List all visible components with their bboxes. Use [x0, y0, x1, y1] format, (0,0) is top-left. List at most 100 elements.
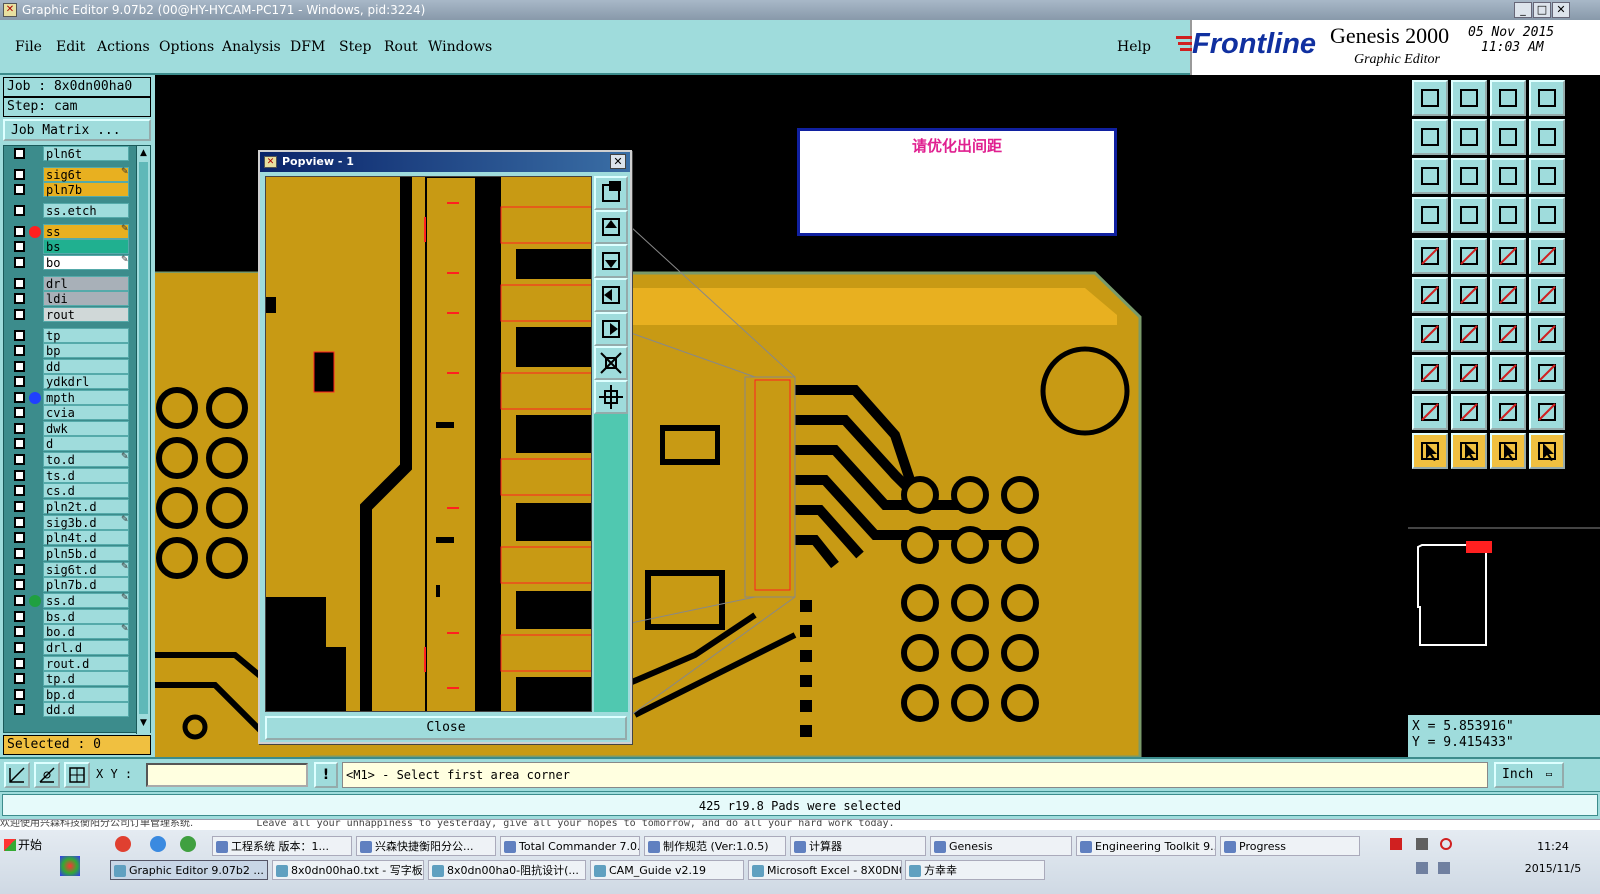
layer-name[interactable]: pln4t.d: [43, 530, 129, 545]
layer-row-pln7b[interactable]: pln7b: [9, 182, 129, 197]
layer-row-drl[interactable]: drl: [9, 276, 129, 291]
menu-analysis[interactable]: Analysis: [222, 39, 281, 55]
layer-checkbox[interactable]: [14, 293, 25, 304]
layer-blue-icon[interactable]: [1529, 197, 1565, 233]
layer-row-bp[interactable]: bp: [9, 343, 129, 358]
layer-checkbox[interactable]: [14, 595, 25, 606]
layer-checkbox[interactable]: [14, 564, 25, 575]
taskbar-item[interactable]: Total Commander 7.0...: [500, 836, 640, 856]
taskbar-item[interactable]: 8x0dn00ha0-阻抗设计(...: [428, 860, 586, 880]
select-tool-icon[interactable]: [4, 762, 30, 788]
layer-name[interactable]: dd.d: [43, 702, 129, 717]
taskbar-item[interactable]: Progress: [1220, 836, 1360, 856]
layer-row-ydkdrl[interactable]: ydkdrl: [9, 374, 129, 389]
minimize-button[interactable]: _: [1514, 2, 1532, 18]
measure-box-icon[interactable]: [1529, 355, 1565, 391]
pointer-box-icon[interactable]: [1451, 433, 1487, 469]
layer-checkbox[interactable]: [14, 309, 25, 320]
layer-checkbox[interactable]: [14, 241, 25, 252]
layer-row-pln2t-d[interactable]: pln2t.d: [9, 499, 129, 514]
layer-name[interactable]: ts.d: [43, 468, 129, 483]
menu-windows[interactable]: Windows: [428, 39, 492, 55]
layer-red-icon[interactable]: [1490, 197, 1526, 233]
taskbar-item[interactable]: Engineering Toolkit 9....: [1076, 836, 1216, 856]
layer-name[interactable]: rout: [43, 307, 129, 322]
layer-row-pln6t[interactable]: pln6t: [9, 146, 129, 161]
layer-name[interactable]: dd: [43, 359, 129, 374]
pointer-alt-icon[interactable]: [1490, 433, 1526, 469]
triangle-b-icon[interactable]: [1451, 394, 1487, 430]
layer-row-ts-d[interactable]: ts.d: [9, 468, 129, 483]
taskbar-item[interactable]: Graphic Editor 9.07b2 ...: [110, 860, 268, 880]
taskbar-item[interactable]: CAM_Guide v2.19: [590, 860, 744, 880]
popview-zoom-in-icon[interactable]: [594, 346, 628, 380]
layer-checkbox[interactable]: [14, 376, 25, 387]
layer-row-pln4t-d[interactable]: pln4t.d: [9, 530, 129, 545]
layer-row-rout[interactable]: rout: [9, 307, 129, 322]
layer-name[interactable]: ldi: [43, 291, 129, 306]
layer-name[interactable]: cs.d: [43, 483, 129, 498]
hand-tool-icon[interactable]: [1412, 197, 1448, 233]
layer-name[interactable]: pln2t.d: [43, 499, 129, 514]
text-icon[interactable]: [1529, 316, 1565, 352]
grid-tool-icon[interactable]: [64, 762, 90, 788]
job-matrix-button[interactable]: Job Matrix ...: [3, 119, 151, 141]
left-pane-icon[interactable]: [1412, 119, 1448, 155]
layer-checkbox[interactable]: [14, 642, 25, 653]
layer-name[interactable]: ydkdrl: [43, 374, 129, 389]
layer-row-bo[interactable]: bo ✎: [9, 255, 129, 270]
taskbar-item[interactable]: 8x0dn00ha0.txt - 写字板: [272, 860, 424, 880]
layer-checkbox[interactable]: [14, 257, 25, 268]
layer-row-dd-d[interactable]: dd.d: [9, 702, 129, 717]
layer-name[interactable]: bs.d: [43, 609, 129, 624]
layer-name[interactable]: sig6t.d: [43, 562, 129, 577]
alert-icon[interactable]: !: [314, 762, 338, 788]
volume-icon[interactable]: [1438, 862, 1450, 874]
layer-row-bs-d[interactable]: bs.d: [9, 609, 129, 624]
layer-name[interactable]: bp.d: [43, 687, 129, 702]
layer-checkbox[interactable]: [14, 658, 25, 669]
layer-row-drl-d[interactable]: drl.d: [9, 640, 129, 655]
layer-name[interactable]: bs: [43, 239, 129, 254]
layer-checkbox[interactable]: [14, 423, 25, 434]
start-button[interactable]: 开始: [2, 834, 52, 856]
tray-icon-2[interactable]: [1416, 838, 1428, 850]
ruler-icon[interactable]: [1490, 238, 1526, 274]
popview-close-icon[interactable]: ✕: [610, 154, 626, 169]
counter-icon[interactable]: [1529, 277, 1565, 313]
house-icon[interactable]: [1490, 80, 1526, 116]
app-launcher-icon[interactable]: [180, 836, 196, 852]
layer-name[interactable]: cvia: [43, 405, 129, 420]
grid-icon[interactable]: [1451, 197, 1487, 233]
layer-checkbox[interactable]: [14, 278, 25, 289]
layer-checkbox[interactable]: [14, 438, 25, 449]
layer-row-mpth[interactable]: mpth: [9, 390, 129, 405]
layer-name[interactable]: sig6t: [43, 167, 129, 182]
layer-name[interactable]: mpth: [43, 390, 129, 405]
layer-row-bs[interactable]: bs: [9, 239, 129, 254]
snap-red-icon[interactable]: [1451, 238, 1487, 274]
layer-row-ss[interactable]: ss ✎: [9, 224, 129, 239]
taskbar-item[interactable]: Microsoft Excel - 8X0DN0...: [748, 860, 902, 880]
layer-checkbox[interactable]: [14, 330, 25, 341]
layer-checkbox[interactable]: [14, 532, 25, 543]
layer-row-ss-etch[interactable]: ss.etch: [9, 203, 129, 218]
pointer-icon[interactable]: [1412, 433, 1448, 469]
layer-row-sig3b-d[interactable]: sig3b.d ✎: [9, 515, 129, 530]
pointer-path-icon[interactable]: [1529, 433, 1565, 469]
ie-icon[interactable]: [150, 836, 166, 852]
layer-checkbox[interactable]: [14, 611, 25, 622]
tray-icon-3[interactable]: [1440, 838, 1452, 850]
layer-checkbox[interactable]: [14, 184, 25, 195]
layer-name[interactable]: to.d: [43, 452, 129, 467]
quicklaunch-icon[interactable]: [60, 856, 80, 876]
xy-input[interactable]: [146, 763, 308, 787]
layer-name[interactable]: drl: [43, 276, 129, 291]
layer-name[interactable]: bo.d: [43, 624, 129, 639]
scroll-up-icon[interactable]: ▲: [138, 148, 149, 159]
triangle-a-icon[interactable]: [1412, 394, 1448, 430]
maximize-button[interactable]: □: [1533, 2, 1551, 18]
close-window-button[interactable]: ✕: [1552, 2, 1570, 18]
cross-icon[interactable]: [1451, 277, 1487, 313]
taskbar-item[interactable]: Genesis: [930, 836, 1072, 856]
